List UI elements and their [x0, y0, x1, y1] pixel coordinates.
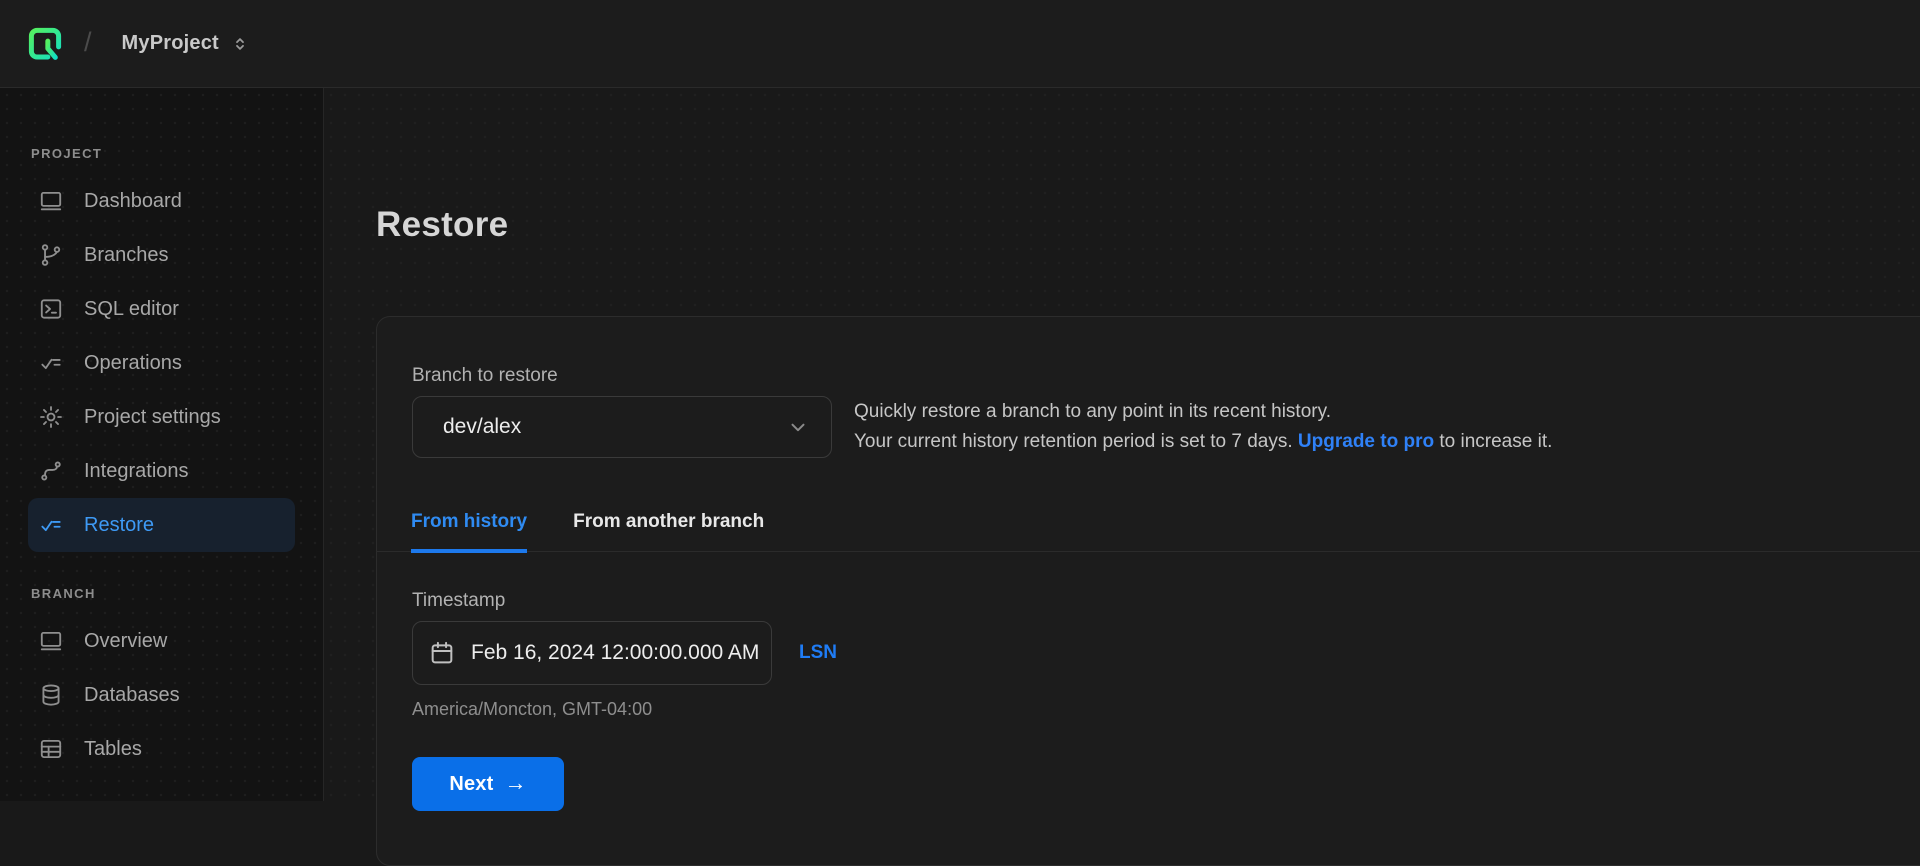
timezone-text: America/Moncton, GMT-04:00 — [412, 699, 653, 719]
branch-select-label: Branch to restore — [412, 365, 558, 386]
restore-card: Branch to restore dev/alex Quickly resto… — [376, 316, 1920, 866]
sidebar-section-branch: BRANCH — [31, 586, 96, 601]
project-selector-name[interactable]: MyProject — [122, 32, 219, 55]
restore-description: Quickly restore a branch to any point in… — [854, 396, 1552, 457]
database-icon — [38, 682, 64, 708]
breadcrumb-separator: / — [84, 27, 92, 57]
branch-select-dropdown[interactable]: dev/alex — [412, 396, 832, 458]
branch-select-value: dev/alex — [443, 415, 522, 438]
restore-checklist-icon — [38, 512, 64, 538]
sidebar-item-label: Branches — [84, 243, 169, 266]
sidebar-section-project: PROJECT — [31, 146, 103, 161]
next-button[interactable]: Next → — [412, 757, 564, 811]
restore-tabs: From history From another branch — [376, 511, 1920, 553]
table-icon — [38, 736, 64, 762]
neon-logo-icon[interactable] — [28, 26, 62, 62]
calendar-icon — [428, 639, 456, 667]
sidebar-item-operations[interactable]: Operations — [28, 336, 295, 390]
topbar: / MyProject — [0, 0, 1920, 88]
upgrade-to-pro-link[interactable]: Upgrade to pro — [1298, 431, 1434, 452]
integrations-icon — [38, 458, 64, 484]
arrow-right-icon: → — [504, 770, 527, 795]
tab-from-history[interactable]: From history — [411, 511, 528, 553]
timestamp-value: Feb 16, 2024 12:00:00.000 AM — [471, 641, 760, 664]
sidebar-item-overview[interactable]: Overview — [28, 614, 295, 668]
sidebar-item-label: Dashboard — [84, 189, 182, 212]
sql-editor-icon — [38, 296, 64, 322]
overview-window-icon — [38, 628, 64, 654]
branches-icon — [38, 242, 64, 268]
sidebar-item-label: Tables — [84, 737, 142, 760]
description-line2-after: to increase it. — [1434, 431, 1553, 452]
settings-gear-icon — [38, 404, 64, 430]
tab-from-another-branch[interactable]: From another branch — [573, 511, 764, 553]
timestamp-label: Timestamp — [412, 590, 506, 611]
sidebar-item-label: Integrations — [84, 459, 189, 482]
sidebar-item-tables[interactable]: Tables — [28, 722, 295, 776]
sidebar-item-label: Overview — [84, 629, 168, 652]
sidebar-item-label: Databases — [84, 683, 180, 706]
page-title: Restore — [376, 205, 509, 244]
main-content: Restore Branch to restore dev/alex Quick… — [324, 88, 1920, 866]
sidebar-item-dashboard[interactable]: Dashboard — [28, 174, 295, 228]
sidebar-item-restore[interactable]: Restore — [28, 498, 295, 552]
next-button-label: Next — [449, 772, 494, 795]
sidebar-item-branches[interactable]: Branches — [28, 228, 295, 282]
chevrons-up-down-icon[interactable] — [231, 35, 249, 53]
operations-icon — [38, 350, 64, 376]
sidebar-item-label: Project settings — [84, 405, 221, 428]
description-line1: Quickly restore a branch to any point in… — [854, 401, 1331, 422]
sidebar-item-label: Operations — [84, 351, 182, 374]
description-line2-before: Your current history retention period is… — [854, 431, 1298, 452]
chevron-down-icon — [787, 416, 809, 438]
dashboard-icon — [38, 188, 64, 214]
sidebar-item-integrations[interactable]: Integrations — [28, 444, 295, 498]
sidebar-item-label: SQL editor — [84, 297, 179, 320]
sidebar-item-sql-editor[interactable]: SQL editor — [28, 282, 295, 336]
sidebar: PROJECT Dashboard Branches SQL editor Op… — [0, 88, 324, 801]
timestamp-input[interactable]: Feb 16, 2024 12:00:00.000 AM — [412, 621, 772, 685]
sidebar-item-label: Restore — [84, 513, 155, 536]
lsn-link[interactable]: LSN — [799, 642, 837, 664]
sidebar-item-project-settings[interactable]: Project settings — [28, 390, 295, 444]
sidebar-item-databases[interactable]: Databases — [28, 668, 295, 722]
